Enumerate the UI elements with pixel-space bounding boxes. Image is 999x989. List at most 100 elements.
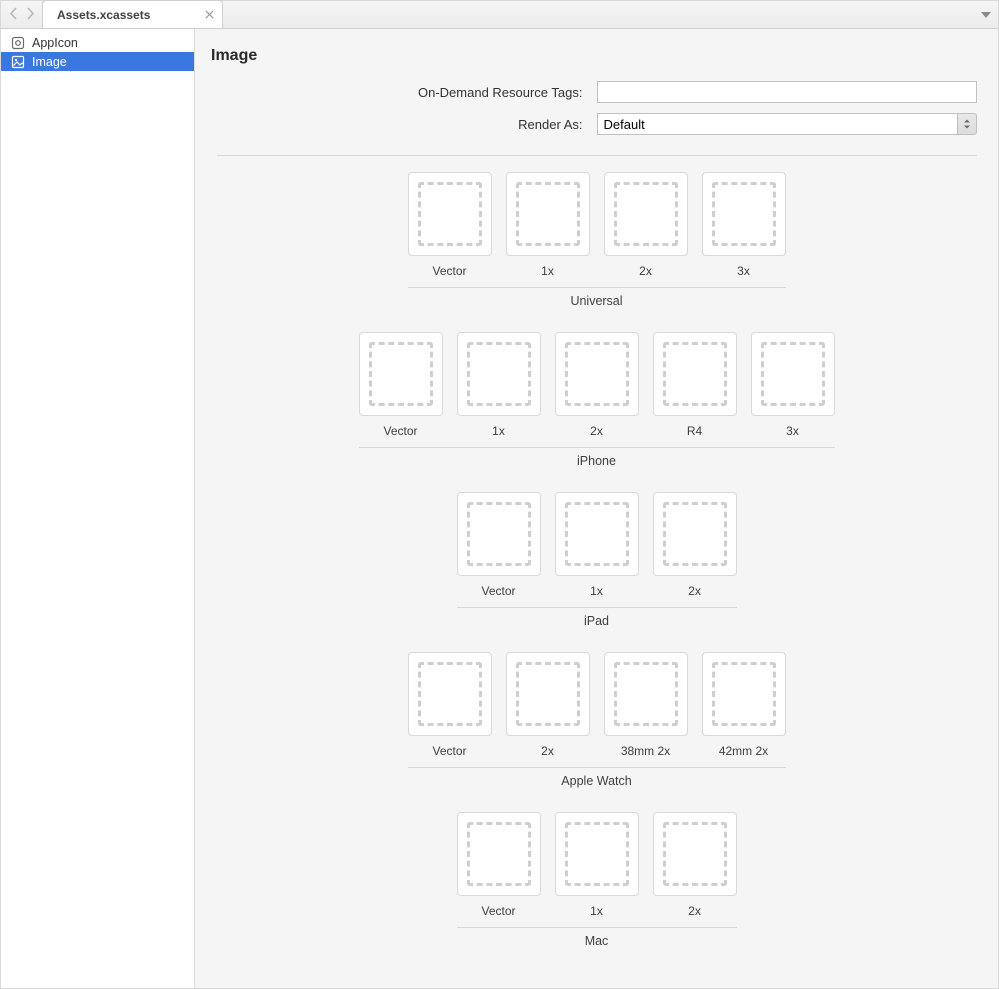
slot-label: 42mm 2x: [719, 744, 768, 759]
image-placeholder-icon: [712, 662, 776, 726]
main-split: AppIcon Image Image On-Demand Resource Ta…: [1, 29, 998, 988]
group-title: iPhone: [577, 454, 616, 468]
image-placeholder-icon: [565, 822, 629, 886]
group-title: Universal: [570, 294, 622, 308]
divider: [217, 155, 977, 156]
image-well[interactable]: [555, 492, 639, 576]
image-well[interactable]: [751, 332, 835, 416]
image-placeholder-icon: [663, 502, 727, 566]
tab-assets[interactable]: Assets.xcassets: [43, 0, 223, 28]
slot: 1x: [555, 492, 639, 599]
image-placeholder-icon: [614, 182, 678, 246]
image-placeholder-icon: [369, 342, 433, 406]
image-placeholder-icon: [663, 822, 727, 886]
slot-label: 2x: [688, 584, 701, 599]
slot: 2x: [506, 652, 590, 759]
image-well[interactable]: [457, 492, 541, 576]
image-placeholder-icon: [467, 342, 531, 406]
close-icon[interactable]: [202, 8, 216, 22]
nav-arrows: [1, 1, 43, 28]
group-mac: Vector1x2xMac: [457, 812, 737, 948]
slot-label: Vector: [432, 264, 466, 279]
asset-sidebar: AppIcon Image: [1, 29, 195, 988]
slot: 2x: [604, 172, 688, 279]
group-title: Mac: [585, 934, 609, 948]
image-well[interactable]: [457, 812, 541, 896]
image-well[interactable]: [506, 652, 590, 736]
slot: Vector: [408, 652, 492, 759]
image-well[interactable]: [702, 172, 786, 256]
asset-detail: Image On-Demand Resource Tags: Render As…: [195, 29, 998, 988]
divider: [457, 927, 737, 928]
image-well[interactable]: [653, 812, 737, 896]
image-placeholder-icon: [418, 662, 482, 726]
slot-label: 2x: [541, 744, 554, 759]
slot-label: 1x: [590, 584, 603, 599]
dropdown-icon[interactable]: [957, 113, 976, 135]
slot-label: 1x: [541, 264, 554, 279]
slot-groups: Vector1x2x3xUniversalVector1x2xR43xiPhon…: [211, 172, 982, 948]
tab-bar: Assets.xcassets: [1, 1, 998, 29]
image-placeholder-icon: [418, 182, 482, 246]
appicon-icon: [11, 36, 25, 50]
image-well[interactable]: [555, 332, 639, 416]
image-placeholder-icon: [516, 182, 580, 246]
slot: Vector: [408, 172, 492, 279]
image-placeholder-icon: [467, 822, 531, 886]
image-placeholder-icon: [565, 342, 629, 406]
slot: Vector: [359, 332, 443, 439]
sidebar-item-label: Image: [32, 55, 67, 69]
divider: [408, 767, 786, 768]
nav-forward-icon[interactable]: [25, 7, 35, 23]
slot: 1x: [457, 332, 541, 439]
tags-label: On-Demand Resource Tags:: [217, 85, 583, 100]
group-ipad: Vector1x2xiPad: [457, 492, 737, 628]
image-well[interactable]: [408, 172, 492, 256]
image-well[interactable]: [604, 652, 688, 736]
divider: [359, 447, 835, 448]
slot: 38mm 2x: [604, 652, 688, 759]
slot-label: 3x: [786, 424, 799, 439]
image-well[interactable]: [702, 652, 786, 736]
nav-back-icon[interactable]: [9, 7, 19, 23]
image-well[interactable]: [653, 332, 737, 416]
group-apple-watch: Vector2x38mm 2x42mm 2xApple Watch: [408, 652, 786, 788]
slot: 1x: [506, 172, 590, 279]
tab-label: Assets.xcassets: [57, 8, 150, 22]
slot-label: 38mm 2x: [621, 744, 670, 759]
image-well[interactable]: [457, 332, 541, 416]
divider: [408, 287, 786, 288]
slot-label: 1x: [492, 424, 505, 439]
slot: 3x: [702, 172, 786, 279]
image-well[interactable]: [555, 812, 639, 896]
image-placeholder-icon: [614, 662, 678, 726]
image-well[interactable]: [653, 492, 737, 576]
slot-label: 1x: [590, 904, 603, 919]
slot-label: Vector: [432, 744, 466, 759]
render-value[interactable]: [597, 113, 958, 135]
render-select[interactable]: [597, 113, 977, 135]
slots-row: Vector 1x 2x: [457, 492, 737, 599]
sidebar-item-image[interactable]: Image: [1, 52, 194, 71]
tabbar-overflow-icon[interactable]: [974, 1, 998, 28]
sidebar-item-label: AppIcon: [32, 36, 78, 50]
detail-form: On-Demand Resource Tags: Render As:: [217, 81, 977, 156]
group-iphone: Vector 1x 2x R4 3x iPhone: [359, 332, 835, 468]
image-well[interactable]: [359, 332, 443, 416]
tags-input[interactable]: [597, 81, 977, 103]
slots-row: Vector 2x 38mm 2x 42mm 2x: [408, 652, 786, 759]
slot: 2x: [555, 332, 639, 439]
image-well[interactable]: [506, 172, 590, 256]
slot-label: R4: [687, 424, 702, 439]
slot-label: 2x: [590, 424, 603, 439]
image-placeholder-icon: [663, 342, 727, 406]
slot: 1x: [555, 812, 639, 919]
image-well[interactable]: [408, 652, 492, 736]
image-placeholder-icon: [516, 662, 580, 726]
sidebar-item-appicon[interactable]: AppIcon: [1, 33, 194, 52]
slot-label: Vector: [481, 584, 515, 599]
slot-label: Vector: [481, 904, 515, 919]
image-placeholder-icon: [761, 342, 825, 406]
slot: Vector: [457, 812, 541, 919]
image-well[interactable]: [604, 172, 688, 256]
